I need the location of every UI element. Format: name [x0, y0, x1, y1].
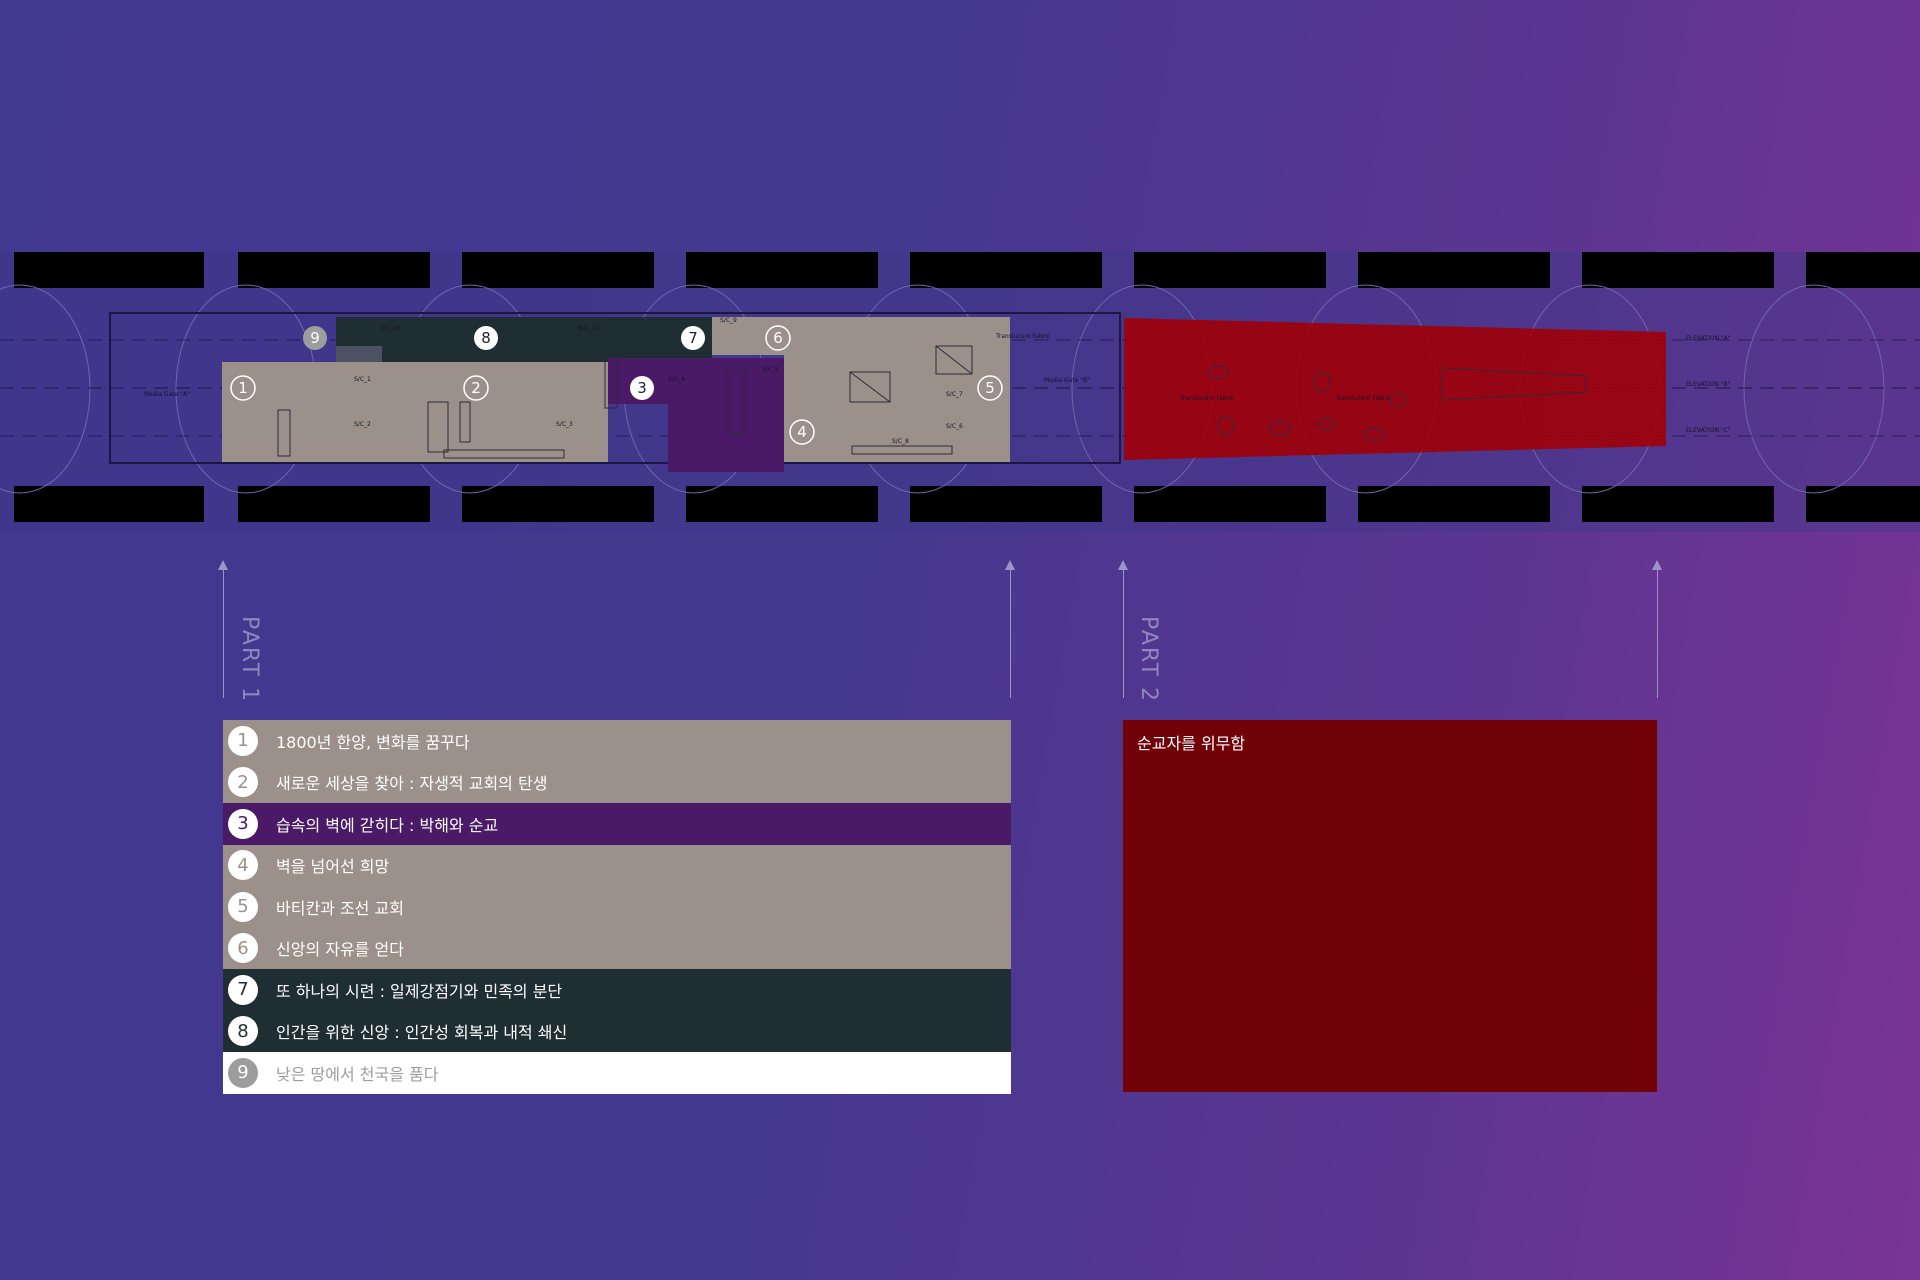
zone-9-area — [336, 346, 382, 362]
legend-number-5: 5 — [228, 891, 258, 922]
legend-number-1: 1 — [228, 725, 258, 756]
plan-marker-8: 8 — [474, 326, 498, 350]
zone-1-2-area — [222, 362, 608, 462]
legend-row-7: 7 또 하나의 시련 : 일제강점기와 민족의 분단 — [223, 969, 1011, 1011]
legend-text-4: 벽을 넘어선 희망 — [276, 857, 390, 877]
legend-row-3: 3 습속의 벽에 갇히다 : 박해와 순교 — [223, 803, 1011, 845]
legend-number-8: 8 — [228, 1016, 258, 1047]
zone-3-lower-area — [668, 404, 784, 472]
sc-8-label: S/C_8 — [892, 438, 909, 445]
part1-left-arrow — [218, 560, 228, 698]
legend-row-4: 4 벽을 넘어선 희망 — [223, 844, 1011, 886]
plan-marker-number-6: 6 — [773, 329, 783, 347]
translucent-fabric-label-3: Translucent Fabric — [1335, 395, 1390, 402]
legend-text-1: 1800년 한양, 변화를 꿈꾸다 — [276, 732, 470, 752]
translucent-fabric-label-2: Translucent Fabric — [1179, 395, 1234, 402]
part2-label: PART 2 — [1136, 616, 1161, 704]
part2-right-arrow — [1652, 560, 1662, 698]
legend-text-2: 새로운 세상을 찾아 : 자생적 교회의 탄생 — [276, 774, 548, 794]
plan-marker-number-5: 5 — [985, 379, 995, 397]
bottom-structure-blocks — [14, 486, 1920, 522]
sc-4-label: S/C_4 — [668, 376, 685, 383]
part1-right-arrow — [1005, 560, 1015, 698]
part1-label: PART 1 — [237, 616, 262, 704]
floor-plan: Media Gate "A" Media Gate "B" Translucen… — [0, 252, 1920, 532]
plan-marker-9: 9 — [303, 326, 327, 350]
sc-9-label: S/C_9 — [720, 317, 737, 324]
sc-2-label: S/C_2 — [354, 421, 371, 428]
plan-marker-number-8: 8 — [481, 329, 491, 347]
plan-marker-number-1: 1 — [238, 379, 248, 397]
legend-number-7: 7 — [228, 974, 258, 1005]
plan-marker-number-3: 3 — [637, 379, 647, 397]
media-gate-left-label: Media Gate "A" — [144, 391, 190, 398]
legend-text-3: 습속의 벽에 갇히다 : 박해와 순교 — [276, 815, 499, 835]
legend-number-9: 9 — [228, 1057, 258, 1088]
sc-5-label: S/C_5 — [762, 366, 779, 373]
plan-marker-7: 7 — [681, 326, 705, 350]
legend-row-9: 9 낮은 땅에서 천국을 품다 — [223, 1052, 1011, 1094]
part2-panel-text: 순교자를 위무함 — [1137, 734, 1246, 753]
legend-text-6: 신앙의 자유를 얻다 — [276, 940, 404, 960]
zone-8-area — [336, 317, 712, 362]
legend-row-6: 6 신앙의 자유를 얻다 — [223, 927, 1011, 969]
media-gate-right-label: Media Gate "B" — [1044, 377, 1090, 384]
elevation-a-label: ELEVATION "A" — [1686, 335, 1731, 342]
legend-row-5: 5 바티칸과 조선 교회 — [223, 886, 1011, 928]
legend-row-8: 8 인간을 위한 신앙 : 인간성 회복과 내적 쇄신 — [223, 1010, 1011, 1052]
legend-text-7: 또 하나의 시련 : 일제강점기와 민족의 분단 — [276, 981, 563, 1001]
plan-marker-3: 3 — [630, 376, 654, 400]
legend-number-6: 6 — [228, 933, 258, 964]
legend-text-8: 인간을 위한 신앙 : 인간성 회복과 내적 쇄신 — [276, 1023, 568, 1043]
plan-marker-number-9: 9 — [310, 329, 320, 347]
legend-row-1: 1 1800년 한양, 변화를 꿈꾸다 — [223, 720, 1011, 762]
zone-6-area — [712, 317, 1010, 355]
legend-number-2: 2 — [228, 767, 258, 798]
sc-7-label: S/C_7 — [946, 391, 963, 398]
translucent-fabric-label-1: Translucent Fabric — [995, 333, 1050, 340]
legend: 1 1800년 한양, 변화를 꿈꾸다 2 새로운 세상을 찾아 : 자생적 교회의 … — [223, 720, 1011, 1094]
part2-left-arrow — [1118, 560, 1128, 698]
legend-text-9: 낮은 땅에서 천국을 품다 — [276, 1064, 439, 1084]
legend-text-5: 바티칸과 조선 교회 — [276, 898, 404, 918]
plan-marker-number-7: 7 — [688, 329, 698, 347]
sc-11-label: S/C_11 — [578, 325, 599, 332]
elevation-c-label: ELEVATION "C" — [1686, 427, 1731, 434]
legend-row-2: 2 새로운 세상을 찾아 : 자생적 교회의 탄생 — [223, 761, 1011, 803]
part2-panel: 순교자를 위무함 — [1123, 720, 1657, 1092]
sc-10-label: S/C_10 — [380, 325, 401, 332]
sc-3-label: S/C_3 — [556, 421, 573, 428]
part2-red-area — [1124, 318, 1666, 460]
top-structure-blocks — [14, 252, 1920, 288]
sc-6-label: S/C_6 — [946, 423, 963, 430]
elevation-b-label: ELEVATION "B" — [1686, 381, 1731, 388]
sc-1-label: S/C_1 — [354, 376, 371, 383]
plan-marker-number-2: 2 — [471, 379, 481, 397]
legend-number-4: 4 — [228, 850, 258, 881]
legend-number-3: 3 — [228, 808, 258, 839]
plan-marker-number-4: 4 — [797, 423, 807, 441]
